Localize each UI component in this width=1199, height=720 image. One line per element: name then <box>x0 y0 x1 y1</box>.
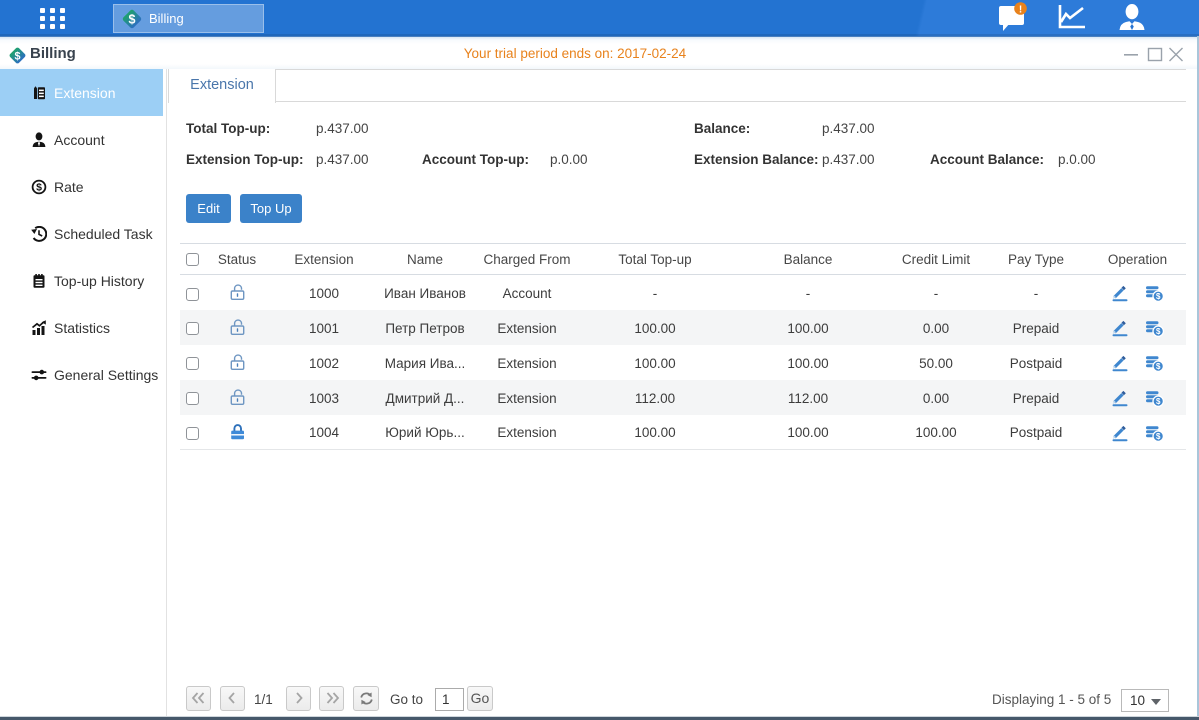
svg-text:$: $ <box>129 12 136 26</box>
svg-text:$: $ <box>1156 397 1161 406</box>
svg-text:$: $ <box>1156 362 1161 371</box>
svg-text:$: $ <box>1156 327 1161 336</box>
svg-text:$: $ <box>1156 292 1161 301</box>
svg-text:!: ! <box>1019 4 1022 15</box>
svg-text:$: $ <box>1156 432 1161 441</box>
svg-text:$: $ <box>36 181 42 193</box>
